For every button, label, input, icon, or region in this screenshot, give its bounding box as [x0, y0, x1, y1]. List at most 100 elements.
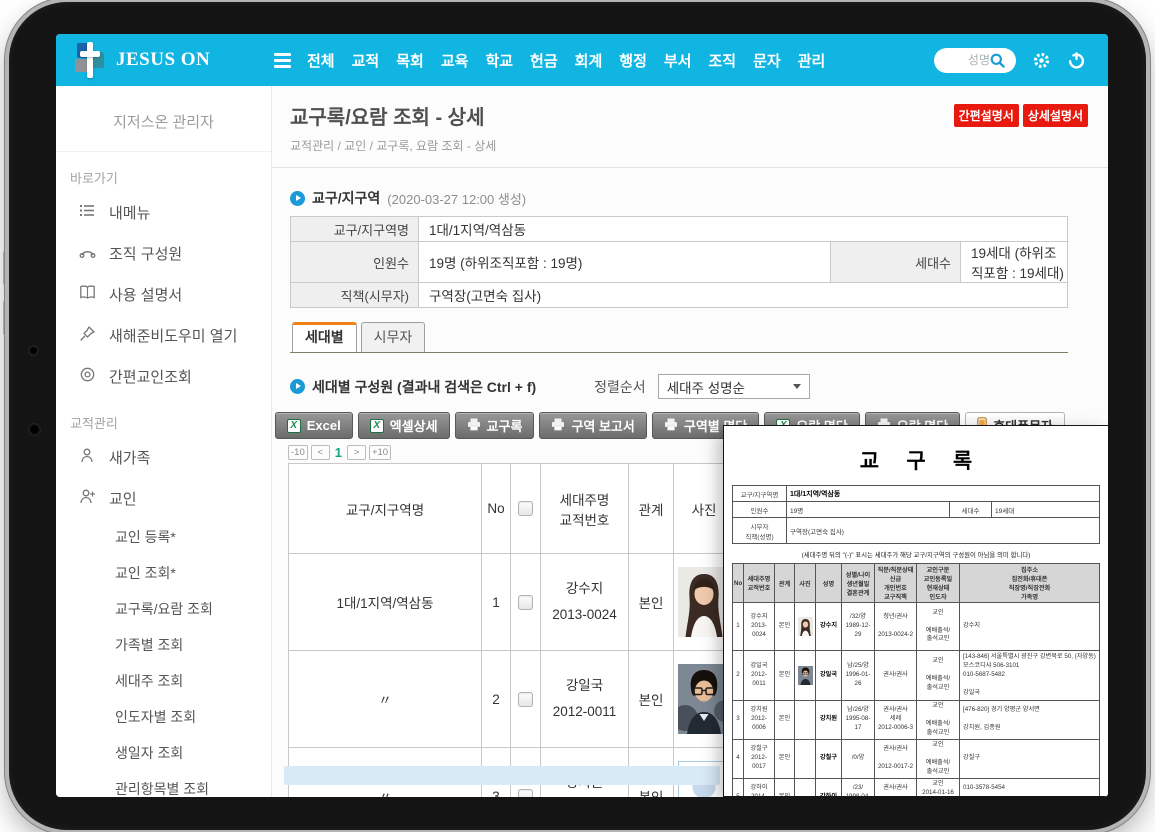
- excel-detail-button[interactable]: X엑셀상세: [358, 412, 450, 439]
- col-header-no: No: [733, 564, 744, 603]
- cell-no: 1: [733, 603, 744, 651]
- cell-no: 4: [733, 739, 744, 778]
- quick-manual-badge[interactable]: 간편설명서: [954, 104, 1019, 127]
- search-input[interactable]: [944, 53, 990, 67]
- page-prev-button[interactable]: <: [311, 445, 330, 460]
- row-checkbox[interactable]: [518, 692, 533, 707]
- sidebar-item-quick-member-search[interactable]: 간편교인조회: [56, 356, 271, 397]
- nav-item-administration[interactable]: 행정: [619, 50, 647, 71]
- nav-item-sms[interactable]: 문자: [753, 50, 781, 71]
- excel-button[interactable]: XExcel: [275, 412, 353, 439]
- cell-relation: 본인: [629, 651, 674, 748]
- col-header-photo: 사진: [795, 564, 816, 603]
- row-checkbox[interactable]: [518, 789, 533, 797]
- area-report-print-button[interactable]: 구역 보고서: [539, 412, 646, 439]
- tab-officers[interactable]: 시무자: [361, 322, 426, 352]
- table-row: 1대/1지역/역삼동 1 강수지 2013-0024 본인: [289, 554, 735, 651]
- info-value: 구역장(고면숙 집사): [419, 283, 1068, 308]
- cell-name: 강일국: [816, 651, 842, 701]
- cell-name[interactable]: 강수지 2013-0024: [541, 554, 629, 651]
- popup-table-row: 5 강하이 2014-0025 본인 강하이 /23/ 1998-04-10 권…: [733, 778, 1100, 797]
- cell-duty: 권사/권사: [875, 651, 917, 701]
- search-icon[interactable]: [990, 53, 1005, 68]
- sidebar-item-my-menu[interactable]: 내메뉴: [56, 192, 271, 233]
- horizontal-scrollbar[interactable]: [284, 766, 720, 785]
- brand-logo[interactable]: JESUS ON: [56, 41, 268, 79]
- col-header-duty: 직분/직분상태 신급 개인번호 교구직책: [875, 564, 917, 603]
- sidebar-item-household-head-search[interactable]: 세대주 조회: [56, 663, 271, 699]
- admin-label: 지저스온 관리자: [56, 86, 271, 152]
- info-label: 직책(시무자): [291, 283, 419, 308]
- cell-relation: 본인: [775, 651, 795, 701]
- info-value: 1대/1지역/역삼동: [787, 486, 1100, 502]
- section-bullet-icon: [290, 379, 305, 394]
- sidebar-item-birthday-search[interactable]: 생일자 조회: [56, 735, 271, 771]
- district-book-print-button[interactable]: 교구록: [455, 412, 535, 439]
- sidebar-item-newyear-helper[interactable]: 새해준비도우미 열기: [56, 315, 271, 356]
- select-all-checkbox[interactable]: [518, 501, 533, 516]
- settings-gear-icon[interactable]: [1032, 51, 1051, 70]
- col-header-group: 교구/지구역명: [289, 464, 482, 554]
- cell-group: 1대/1지역/역삼동: [289, 554, 482, 651]
- info-label: 교구/지구역명: [291, 217, 419, 242]
- chevron-down-icon: [793, 384, 801, 389]
- nav-item-education[interactable]: 교육: [441, 50, 469, 71]
- sidebar-item-new-family[interactable]: 새가족: [56, 437, 271, 478]
- nav-item-accounting[interactable]: 회계: [575, 50, 603, 71]
- member-photo-male: [798, 666, 813, 685]
- popup-table-row: 4 강칠구 2012-0017 본인 강칠구 /0/양 권사/권사 2012-0…: [733, 739, 1100, 778]
- app-screen: JESUS ON 전체 교적 목회 교육 학교 헌금 회계 행정 부서 조직 문…: [56, 34, 1108, 797]
- list-icon: [79, 202, 96, 223]
- appbar-right: [934, 48, 1108, 73]
- detail-manual-badge[interactable]: 상세설명서: [1023, 104, 1088, 127]
- cell-status: 교인 예배출석/ 출석교인: [917, 603, 960, 651]
- info-value: 구역장(고면숙 집사): [787, 518, 1100, 544]
- sort-select[interactable]: 세대주 성명순: [658, 374, 810, 399]
- sidebar-item-member-search[interactable]: 교인 조회*: [56, 555, 271, 591]
- sidebar-item-label: 조직 구성원: [109, 243, 182, 264]
- nav-item-records[interactable]: 교적: [352, 50, 380, 71]
- info-label: 인원수: [291, 242, 419, 283]
- sidebar-item-mgmt-item-search[interactable]: 관리항목별 조회: [56, 771, 271, 797]
- tab-generation[interactable]: 세대별: [292, 322, 357, 352]
- info-label: 세대수: [950, 502, 992, 518]
- cell-name[interactable]: 강일국 2012-0011: [541, 651, 629, 748]
- front-camera-icon: [29, 424, 40, 435]
- page-prev10-button[interactable]: -10: [288, 445, 308, 460]
- nav-item-organization[interactable]: 조직: [708, 50, 736, 71]
- cell-relation: 본인: [775, 603, 795, 651]
- sidebar-item-user-manual[interactable]: 사용 설명서: [56, 274, 271, 315]
- info-value: 19세대 (하위조직포함 : 19세대): [961, 242, 1068, 283]
- search-box[interactable]: [934, 48, 1016, 73]
- nav-item-school[interactable]: 학교: [485, 50, 513, 71]
- nav-item-ministry[interactable]: 목회: [396, 50, 424, 71]
- page-next-button[interactable]: >: [347, 445, 366, 460]
- cell-status: 교인 예배출석/ 출석교인: [917, 700, 960, 739]
- nav-item-department[interactable]: 부서: [664, 50, 692, 71]
- printer-icon: [664, 418, 678, 434]
- page-next10-button[interactable]: +10: [369, 445, 391, 460]
- sidebar-item-member-register[interactable]: 교인 등록*: [56, 519, 271, 555]
- cell-status: 교인 2014-01-16 예배출석/ 출석교인: [917, 778, 960, 797]
- nav-item-offering[interactable]: 헌금: [530, 50, 558, 71]
- sidebar-item-district-book-search[interactable]: 교구록/요람 조회: [56, 591, 271, 627]
- nav-item-management[interactable]: 관리: [798, 50, 826, 71]
- front-camera-icon: [29, 346, 38, 355]
- cell-relation: 본인: [775, 739, 795, 778]
- tablet-bezel: JESUS ON 전체 교적 목회 교육 학교 헌금 회계 행정 부서 조직 문…: [9, 2, 1146, 830]
- sidebar-item-member[interactable]: 교인: [56, 478, 271, 519]
- power-icon[interactable]: [1067, 51, 1086, 70]
- sidebar-section-shortcuts: 바로가기: [56, 152, 271, 192]
- cell-address: [476-820] 경기 양평군 양서면 강치원, 김종원: [960, 700, 1100, 739]
- sidebar-item-family-search[interactable]: 가족별 조회: [56, 627, 271, 663]
- hamburger-menu-icon[interactable]: [274, 53, 291, 68]
- row-checkbox[interactable]: [518, 595, 533, 610]
- cell-address: 강칠구: [960, 739, 1100, 778]
- popup-table-row: 3 강치원 2012-0006 본인 강치원 남/26/양 1995-08-17…: [733, 700, 1100, 739]
- nav-item-all[interactable]: 전체: [307, 50, 335, 71]
- sidebar-item-leader-search[interactable]: 인도자별 조회: [56, 699, 271, 735]
- cell-address: 강수지: [960, 603, 1100, 651]
- cell-status: 교인 예배출석/ 출석교인: [917, 651, 960, 701]
- sidebar-item-org-members[interactable]: 조직 구성원: [56, 233, 271, 274]
- district-heading: 교구/지구역: [312, 188, 380, 208]
